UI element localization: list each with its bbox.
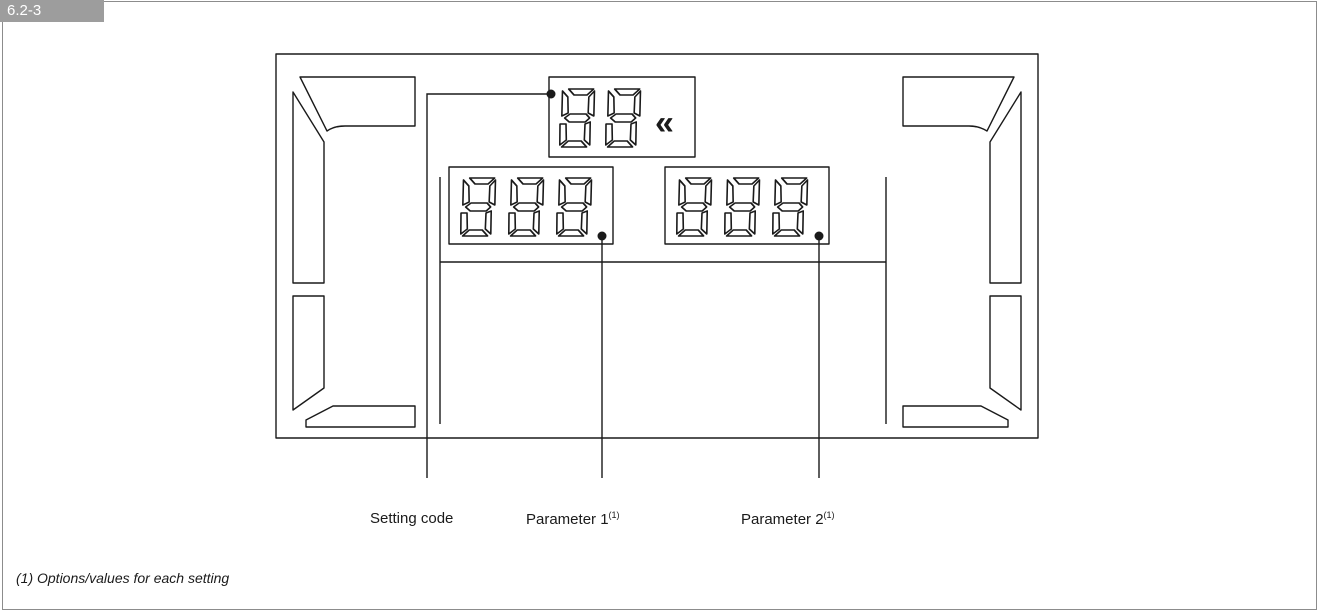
parameter1-label-text: Parameter 1 (526, 511, 609, 528)
left-bracket-lower-side (292, 295, 325, 411)
parameter1-callout-dot (597, 231, 607, 241)
parameter2-label: Parameter 2(1) (741, 510, 835, 528)
right-bracket-bottom (902, 405, 1009, 428)
parameter2-label-text: Parameter 2 (741, 511, 824, 528)
parameter2-digit-2 (720, 177, 763, 237)
parameter2-footnote-marker: (1) (823, 510, 835, 520)
parameter2-digit-3 (768, 177, 811, 237)
right-bracket-lower-side (989, 295, 1022, 411)
setting-code-digit-1 (555, 88, 598, 148)
lcd-display-diagram: « (275, 53, 1039, 478)
parameter2-digit-1 (672, 177, 715, 237)
footnote: (1) Options/values for each setting (16, 570, 230, 586)
chevron-left-icon: « (655, 104, 674, 142)
right-bracket-upper-side (989, 91, 1022, 284)
left-bracket-bottom (305, 405, 416, 428)
left-bracket-upper-side (292, 91, 325, 284)
setting-code-leader (426, 93, 551, 478)
parameter1-digit-2 (504, 177, 547, 237)
parameter1-digit-1 (456, 177, 499, 237)
setting-code-callout-dot (546, 89, 556, 99)
parameter1-label: Parameter 1(1) (526, 510, 620, 528)
right-bracket-top (902, 76, 1015, 132)
left-bracket-top (299, 76, 416, 132)
parameter1-footnote-marker: (1) (608, 510, 620, 520)
parameter1-digit-3 (552, 177, 595, 237)
parameter2-callout-dot (814, 231, 824, 241)
setting-code-label: Setting code (370, 510, 454, 527)
setting-code-digit-2 (601, 88, 644, 148)
